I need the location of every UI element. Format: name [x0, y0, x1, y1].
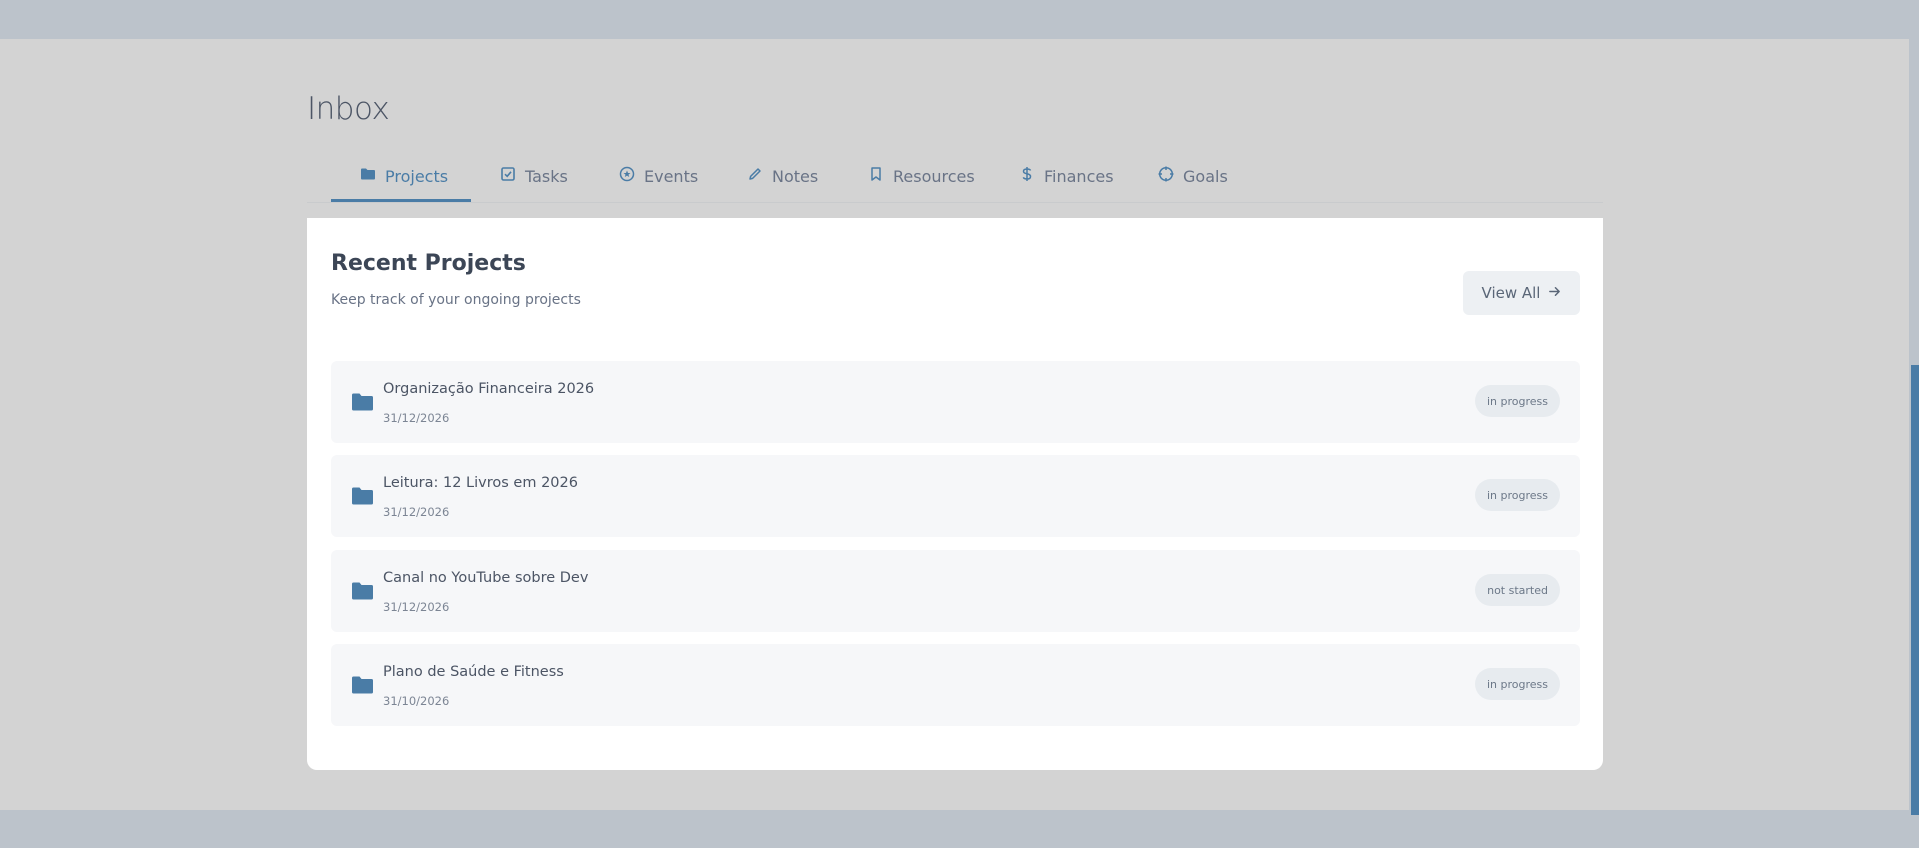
- pencil-icon: [747, 166, 763, 186]
- project-date: 31/12/2026: [383, 411, 450, 425]
- bookmark-icon: [868, 166, 884, 186]
- card-title: Recent Projects: [331, 251, 526, 276]
- project-row[interactable]: Canal no YouTube sobre Dev 31/12/2026 no…: [331, 550, 1580, 632]
- tab-resources[interactable]: Resources: [868, 150, 975, 202]
- tab-goals[interactable]: Goals: [1158, 150, 1228, 202]
- folder-icon: [352, 676, 373, 694]
- folder-icon: [352, 582, 373, 600]
- card-subtitle: Keep track of your ongoing projects: [331, 292, 581, 308]
- target-icon: [1158, 166, 1174, 186]
- view-all-label: View All: [1481, 284, 1541, 302]
- folder-icon: [352, 487, 373, 505]
- tab-label: Tasks: [525, 166, 568, 186]
- view-all-button[interactable]: View All: [1463, 271, 1580, 315]
- page-title: Inbox: [307, 91, 390, 127]
- tab-projects[interactable]: Projects: [360, 150, 448, 202]
- tab-label: Finances: [1044, 166, 1114, 186]
- status-badge: in progress: [1474, 668, 1560, 700]
- folder-icon: [360, 166, 376, 186]
- project-date: 31/12/2026: [383, 600, 450, 614]
- status-badge: not started: [1475, 574, 1560, 606]
- arrow-right-icon: [1548, 284, 1561, 302]
- tab-label: Events: [644, 166, 699, 186]
- project-date: 31/10/2026: [383, 694, 450, 708]
- project-name: Canal no YouTube sobre Dev: [383, 570, 589, 586]
- project-date: 31/12/2026: [383, 505, 450, 519]
- status-badge: in progress: [1474, 479, 1560, 511]
- folder-icon: [352, 393, 373, 411]
- tab-tasks[interactable]: Tasks: [500, 150, 568, 202]
- tab-finances[interactable]: Finances: [1019, 150, 1114, 202]
- project-name: Organização Financeira 2026: [383, 381, 595, 397]
- project-row[interactable]: Organização Financeira 2026 31/12/2026 i…: [331, 361, 1580, 443]
- scrollbar-thumb[interactable]: [1911, 365, 1919, 815]
- circle-star-icon: [619, 166, 635, 186]
- tab-notes[interactable]: Notes: [747, 150, 818, 202]
- project-name: Plano de Saúde e Fitness: [383, 664, 564, 680]
- tab-label: Resources: [893, 166, 975, 186]
- tab-events[interactable]: Events: [619, 150, 698, 202]
- project-row[interactable]: Plano de Saúde e Fitness 31/10/2026 in p…: [331, 644, 1580, 726]
- tab-label: Projects: [385, 166, 449, 186]
- active-tab-indicator: [331, 199, 471, 202]
- project-row[interactable]: Leitura: 12 Livros em 2026 31/12/2026 in…: [331, 455, 1580, 537]
- project-name: Leitura: 12 Livros em 2026: [383, 475, 578, 491]
- tab-label: Notes: [772, 166, 819, 186]
- tab-label: Goals: [1183, 166, 1228, 186]
- status-badge: in progress: [1474, 385, 1560, 417]
- checkbox-icon: [500, 166, 516, 186]
- dollar-icon: [1019, 166, 1035, 186]
